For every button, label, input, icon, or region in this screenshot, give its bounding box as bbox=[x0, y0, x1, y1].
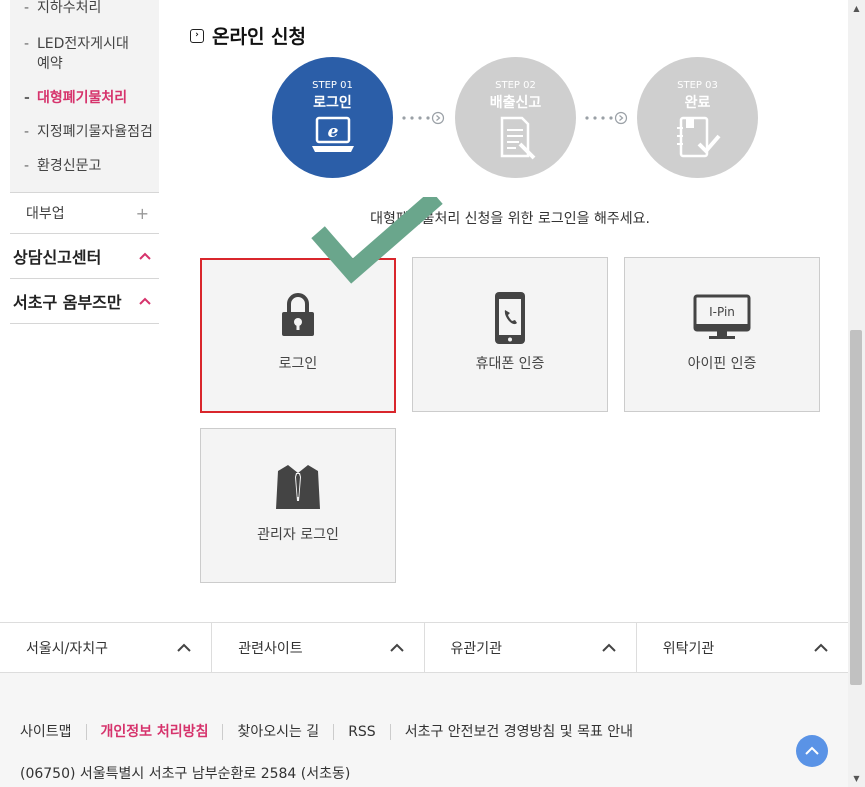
submenu-item-env-report[interactable]: 환경신문고 bbox=[10, 152, 159, 180]
footer-link-directions[interactable]: 찾아오시는 길 bbox=[222, 724, 333, 740]
step-2-report: STEP 02 배출신고 bbox=[455, 57, 576, 178]
footer-link-groups: 서울시/자치구 관련사이트 유관기관 위탁기관 bbox=[0, 622, 848, 673]
chevron-up-icon[interactable] bbox=[139, 249, 151, 263]
menu-lending-label: 대부업 bbox=[26, 206, 65, 222]
footer-menu: 사이트맵 개인정보 처리방침 찾아오시는 길 RSS 서초구 안전보건 경영방침… bbox=[20, 724, 647, 740]
menu-counsel-center[interactable]: 상담신고센터 bbox=[10, 234, 159, 279]
step-label: 완료 bbox=[684, 95, 711, 111]
footer-link-rss[interactable]: RSS bbox=[333, 724, 390, 740]
footer-link-privacy[interactable]: 개인정보 처리방침 bbox=[85, 724, 223, 740]
footer-link-safety-policy[interactable]: 서초구 안전보건 경영방침 및 목표 안내 bbox=[389, 724, 647, 740]
footer-group-label: 관련사이트 bbox=[238, 640, 303, 657]
notebook-check-icon bbox=[637, 116, 758, 164]
section-title: › 온라인 신청 bbox=[190, 22, 306, 49]
step-label: 배출신고 bbox=[489, 95, 542, 111]
arrow-box-icon: › bbox=[190, 28, 204, 43]
login-card-label: 로그인 bbox=[278, 356, 318, 372]
footer-address: (06750) 서울특별시 서초구 남부순환로 2584 (서초동) bbox=[20, 766, 351, 782]
step-number: STEP 02 bbox=[495, 80, 536, 91]
plus-icon[interactable]: + bbox=[136, 204, 149, 223]
chevron-up-icon[interactable] bbox=[814, 640, 828, 656]
mobile-phone-icon bbox=[413, 290, 607, 350]
sidebar: 지하수처리 LED전자게시대 예약 대형폐기물처리 지정폐기물자율점검 환경신문… bbox=[10, 0, 159, 324]
step-label: 로그인 bbox=[313, 95, 352, 111]
ipin-auth-card[interactable]: I-Pin 아이핀 인증 bbox=[624, 257, 820, 412]
scrollbar[interactable]: ▲ ▼ bbox=[848, 0, 865, 787]
ipin-icon-text: I-Pin bbox=[709, 305, 735, 319]
step-arrow-icon bbox=[585, 111, 628, 125]
footer-group-seoul[interactable]: 서울시/자치구 bbox=[0, 623, 213, 672]
footer-link-sitemap[interactable]: 사이트맵 bbox=[20, 724, 86, 740]
svg-text:e: e bbox=[327, 122, 338, 142]
login-guide-text: 대형폐기물처리 신청을 위한 로그인을 해주세요. bbox=[370, 211, 650, 227]
footer-group-agencies[interactable]: 유관기관 bbox=[425, 623, 637, 672]
submenu-item-designated-waste[interactable]: 지정폐기물자율점검 bbox=[10, 118, 159, 146]
footer: 사이트맵 개인정보 처리방침 찾아오시는 길 RSS 서초구 안전보건 경영방침… bbox=[0, 673, 848, 787]
chevron-up-icon[interactable] bbox=[389, 640, 404, 656]
footer-group-label: 서울시/자치구 bbox=[26, 640, 108, 657]
chevron-up-icon[interactable] bbox=[602, 640, 616, 656]
document-icon bbox=[455, 116, 576, 164]
chevron-up-icon[interactable] bbox=[177, 640, 191, 656]
footer-group-label: 유관기관 bbox=[450, 640, 503, 657]
section-title-text: 온라인 신청 bbox=[212, 26, 307, 48]
menu-counsel-label: 상담신고센터 bbox=[13, 248, 102, 267]
scroll-top-button[interactable] bbox=[796, 735, 828, 767]
footer-group-related[interactable]: 관련사이트 bbox=[212, 623, 425, 672]
footer-group-entrusted[interactable]: 위탁기관 bbox=[637, 623, 848, 672]
submenu-item-led-board[interactable]: LED전자게시대 예약 bbox=[10, 30, 130, 78]
scroll-up-arrow-icon[interactable]: ▲ bbox=[848, 0, 865, 17]
submenu-item-groundwater[interactable]: 지하수처리 bbox=[10, 0, 159, 22]
menu-ombudsman-label: 서초구 옴부즈만 bbox=[13, 293, 122, 312]
laptop-icon: e bbox=[272, 116, 393, 160]
menu-ombudsman[interactable]: 서초구 옴부즈만 bbox=[10, 279, 159, 324]
footer-group-label: 위탁기관 bbox=[662, 640, 715, 657]
admin-login-card[interactable]: 관리자 로그인 bbox=[200, 428, 396, 583]
ipin-auth-label: 아이핀 인증 bbox=[687, 356, 757, 372]
step-number: STEP 01 bbox=[312, 80, 353, 91]
step-number: STEP 03 bbox=[677, 80, 718, 91]
admin-login-label: 관리자 로그인 bbox=[257, 527, 339, 543]
admin-suit-icon bbox=[201, 461, 395, 517]
checkmark-icon bbox=[311, 197, 443, 284]
mobile-auth-label: 휴대폰 인증 bbox=[475, 356, 545, 372]
step-arrow-icon bbox=[402, 111, 445, 125]
scroll-down-arrow-icon[interactable]: ▼ bbox=[848, 770, 865, 787]
ipin-monitor-icon: I-Pin bbox=[625, 294, 819, 346]
submenu-box: 지하수처리 LED전자게시대 예약 대형폐기물처리 지정폐기물자율점검 환경신문… bbox=[10, 0, 159, 192]
lock-icon bbox=[202, 292, 394, 342]
chevron-up-icon[interactable] bbox=[139, 294, 151, 308]
submenu-item-bulky-waste[interactable]: 대형폐기물처리 bbox=[10, 84, 159, 112]
step-3-complete: STEP 03 완료 bbox=[637, 57, 758, 178]
menu-lending[interactable]: 대부업 + bbox=[10, 192, 159, 234]
scrollbar-thumb[interactable] bbox=[850, 330, 862, 685]
step-1-login: STEP 01 로그인 e bbox=[272, 57, 393, 178]
